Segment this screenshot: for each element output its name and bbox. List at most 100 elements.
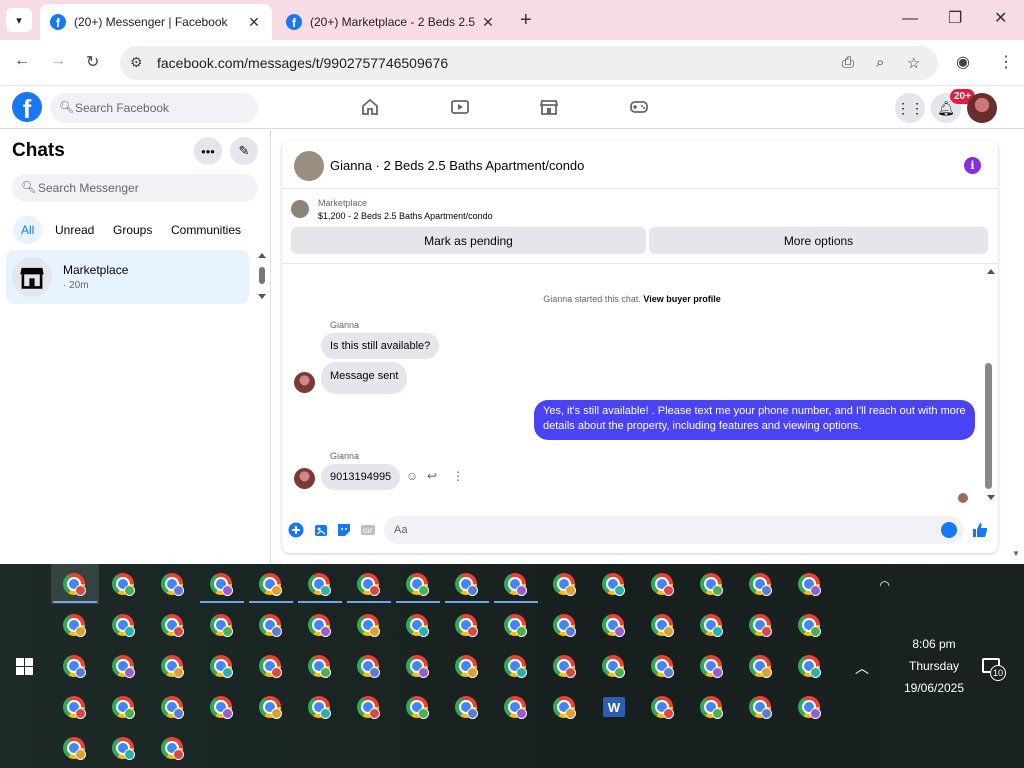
account-avatar[interactable] (967, 93, 997, 123)
chrome-taskbar-icon[interactable] (737, 605, 785, 645)
chrome-taskbar-icon[interactable] (786, 564, 834, 604)
sidebar-scrollbar[interactable] (256, 250, 268, 304)
chrome-taskbar-icon[interactable] (345, 564, 393, 604)
message-bubble[interactable]: Is this still available? (321, 333, 440, 359)
chrome-taskbar-icon[interactable] (492, 564, 540, 604)
chrome-taskbar-icon[interactable] (443, 605, 491, 645)
tab-search-dropdown-icon[interactable]: ▾ (6, 8, 32, 32)
chrome-taskbar-icon[interactable] (198, 646, 246, 686)
conversation-item-marketplace[interactable]: Marketplace · 20m (6, 250, 249, 304)
gianna-avatar[interactable] (294, 468, 315, 489)
word-taskbar-icon[interactable]: W (590, 687, 638, 727)
page-scroll-down-arrow[interactable]: ▼ (1012, 549, 1020, 558)
gianna-avatar[interactable] (294, 372, 315, 393)
tab-messenger[interactable]: f (20+) Messenger | Facebook ✕ (40, 4, 272, 40)
chrome-taskbar-icon[interactable] (247, 564, 295, 604)
chrome-taskbar-icon[interactable] (688, 646, 736, 686)
profile-icon[interactable]: ◉ (956, 52, 970, 72)
chrome-taskbar-icon[interactable] (541, 564, 589, 604)
chrome-taskbar-icon[interactable] (590, 564, 638, 604)
chrome-taskbar-icon[interactable] (51, 646, 99, 686)
chrome-taskbar-icon[interactable] (590, 646, 638, 686)
chrome-taskbar-icon[interactable] (394, 564, 442, 604)
close-tab-icon[interactable]: ✕ (246, 14, 262, 31)
back-button[interactable]: ← (14, 52, 30, 70)
clock-date[interactable]: 19/06/2025 (890, 681, 978, 695)
chat-title[interactable]: Gianna · 2 Beds 2.5 Baths Apartment/cond… (330, 158, 584, 173)
chrome-taskbar-icon[interactable] (345, 605, 393, 645)
chrome-taskbar-icon[interactable] (345, 687, 393, 727)
new-tab-button[interactable]: + (520, 10, 532, 30)
chrome-taskbar-icon[interactable] (296, 646, 344, 686)
chrome-taskbar-icon[interactable] (149, 605, 197, 645)
chrome-taskbar-icon[interactable] (688, 564, 736, 604)
tab-marketplace[interactable]: f (20+) Marketplace - 2 Beds 2.5 ✕ (276, 4, 506, 40)
chrome-taskbar-icon[interactable] (492, 605, 540, 645)
chrome-taskbar-icon[interactable] (639, 646, 687, 686)
gaming-icon[interactable] (629, 97, 649, 117)
menu-grid-icon[interactable]: ⋮⋮ (895, 93, 925, 123)
marketplace-icon[interactable] (539, 97, 559, 117)
chrome-taskbar-icon[interactable] (198, 605, 246, 645)
chrome-taskbar-icon[interactable] (737, 646, 785, 686)
chrome-taskbar-icon[interactable] (639, 605, 687, 645)
listing-price[interactable]: $1,200 - 2 Beds 2.5 Baths Apartment/cond… (318, 211, 493, 221)
chrome-taskbar-icon[interactable] (247, 646, 295, 686)
chrome-taskbar-icon[interactable] (394, 605, 442, 645)
chrome-taskbar-icon[interactable] (639, 564, 687, 604)
chrome-taskbar-icon[interactable] (247, 687, 295, 727)
filter-all[interactable]: All (13, 216, 43, 244)
chrome-taskbar-icon[interactable] (51, 687, 99, 727)
chrome-taskbar-icon[interactable] (149, 728, 197, 768)
message-input[interactable]: Aa (384, 516, 964, 544)
filter-unread[interactable]: Unread (47, 216, 102, 244)
info-icon[interactable]: i (964, 157, 981, 174)
chrome-taskbar-icon[interactable] (149, 646, 197, 686)
chrome-taskbar-icon[interactable] (786, 646, 834, 686)
install-app-icon[interactable]: ⎙ (842, 54, 854, 71)
restore-button[interactable]: ❐ (948, 10, 962, 28)
chrome-taskbar-icon[interactable] (51, 728, 99, 768)
chrome-taskbar-icon[interactable] (786, 687, 834, 727)
chrome-taskbar-icon[interactable] (394, 687, 442, 727)
reply-icon[interactable]: ↩ (427, 469, 437, 483)
clock-time[interactable]: 8:06 pm (890, 637, 978, 651)
close-window-button[interactable]: ✕ (994, 10, 1007, 28)
chrome-taskbar-icon[interactable] (590, 605, 638, 645)
chat-options-button[interactable]: ••• (194, 137, 222, 165)
chrome-taskbar-icon[interactable] (737, 564, 785, 604)
zoom-icon[interactable]: ⌕ (876, 54, 884, 71)
chrome-taskbar-icon[interactable] (443, 646, 491, 686)
message-bubble[interactable]: Message sent (321, 362, 408, 394)
chrome-taskbar-icon[interactable] (639, 687, 687, 727)
site-settings-icon[interactable]: ⚙ (130, 54, 143, 71)
filter-groups[interactable]: Groups (105, 216, 160, 244)
add-plus-icon[interactable] (288, 522, 304, 538)
chrome-taskbar-icon[interactable] (541, 646, 589, 686)
chrome-taskbar-icon[interactable] (443, 687, 491, 727)
sticker-icon[interactable] (336, 522, 352, 538)
view-buyer-profile-link[interactable]: View buyer profile (643, 294, 720, 304)
windows-start-icon[interactable] (16, 658, 33, 675)
chrome-taskbar-icon[interactable] (786, 605, 834, 645)
chrome-taskbar-icon[interactable] (198, 564, 246, 604)
home-icon[interactable] (360, 97, 380, 117)
chrome-taskbar-icon[interactable] (100, 646, 148, 686)
more-options-button[interactable]: More options (649, 227, 988, 254)
chrome-taskbar-icon[interactable] (688, 605, 736, 645)
browser-menu-icon[interactable]: ⋮ (998, 52, 1014, 72)
chrome-taskbar-icon[interactable] (247, 605, 295, 645)
chevron-up-icon[interactable]: ︿ (855, 658, 869, 678)
react-emoji-icon[interactable]: ☺ (406, 469, 418, 483)
chrome-taskbar-icon[interactable] (443, 564, 491, 604)
chrome-taskbar-icon[interactable] (296, 564, 344, 604)
chrome-taskbar-icon[interactable] (149, 687, 197, 727)
message-bubble[interactable]: 9013194995 (321, 464, 401, 490)
chrome-taskbar-icon[interactable] (541, 687, 589, 727)
new-message-button[interactable]: ✎ (230, 137, 258, 165)
gif-icon[interactable]: GIF (360, 522, 376, 538)
facebook-logo[interactable]: f (12, 92, 42, 122)
chrome-taskbar-icon[interactable] (492, 687, 540, 727)
video-icon[interactable] (450, 97, 470, 117)
gallery-icon[interactable] (313, 522, 329, 538)
